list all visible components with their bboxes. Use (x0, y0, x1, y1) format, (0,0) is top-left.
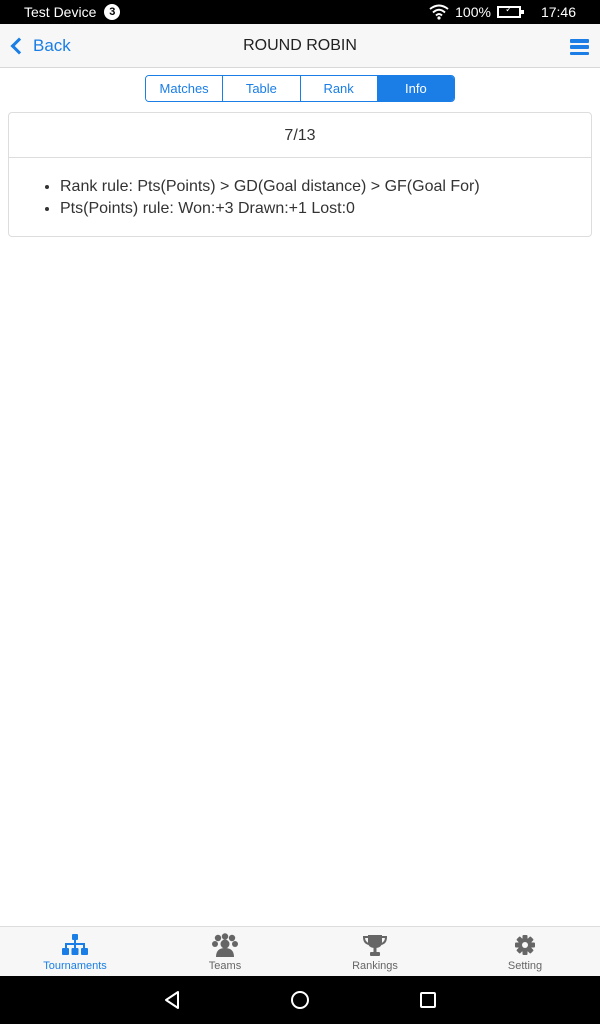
segmented-control: Matches Table Rank Info (145, 75, 455, 102)
tab-label: Tournaments (43, 960, 107, 972)
segment-rank[interactable]: Rank (300, 76, 378, 101)
tab-bar: Tournaments Teams Rankings Setting (0, 926, 600, 976)
page-title: ROUND ROBIN (243, 37, 357, 54)
clock: 17:46 (540, 4, 576, 20)
wifi-icon (429, 4, 449, 20)
tab-tournaments[interactable]: Tournaments (0, 927, 150, 976)
system-recents-icon[interactable] (416, 988, 440, 1012)
sitemap-icon (62, 934, 88, 955)
rules-list: Rank rule: Pts(Points) > GD(Goal distanc… (60, 176, 591, 220)
status-bar: Test Device 3 100% ✓ 17:46 (0, 0, 600, 24)
system-back-icon[interactable] (160, 988, 184, 1012)
tab-label: Teams (208, 960, 242, 972)
tab-setting[interactable]: Setting (450, 927, 600, 976)
segment-info[interactable]: Info (377, 76, 454, 101)
device-name: Test Device (24, 4, 97, 20)
chevron-left-icon (10, 37, 28, 55)
trophy-icon (362, 935, 388, 956)
navigation-bar: Back ROUND ROBIN (0, 24, 600, 68)
battery-percent: 100% (455, 4, 491, 20)
battery-icon: ✓ (496, 4, 524, 18)
segment-table[interactable]: Table (223, 76, 301, 101)
system-navigation-bar (0, 976, 600, 1024)
rule-item: Rank rule: Pts(Points) > GD(Goal distanc… (60, 176, 591, 198)
system-home-icon[interactable] (288, 988, 312, 1012)
rule-item: Pts(Points) rule: Won:+3 Drawn:+1 Lost:0 (60, 198, 591, 220)
gear-icon (515, 935, 535, 955)
back-label: Back (33, 36, 71, 55)
back-button[interactable]: Back (8, 24, 71, 68)
tab-label: Setting (507, 960, 543, 972)
menu-icon[interactable] (570, 39, 589, 55)
card-header: 7/13 (9, 113, 591, 158)
info-card: 7/13 Rank rule: Pts(Points) > GD(Goal di… (8, 112, 592, 237)
notification-badge: 3 (104, 4, 121, 20)
tab-label: Rankings (352, 960, 398, 972)
tab-teams[interactable]: Teams (150, 927, 300, 976)
users-icon (212, 933, 238, 957)
tab-rankings[interactable]: Rankings (300, 927, 450, 976)
segment-matches[interactable]: Matches (146, 76, 224, 101)
